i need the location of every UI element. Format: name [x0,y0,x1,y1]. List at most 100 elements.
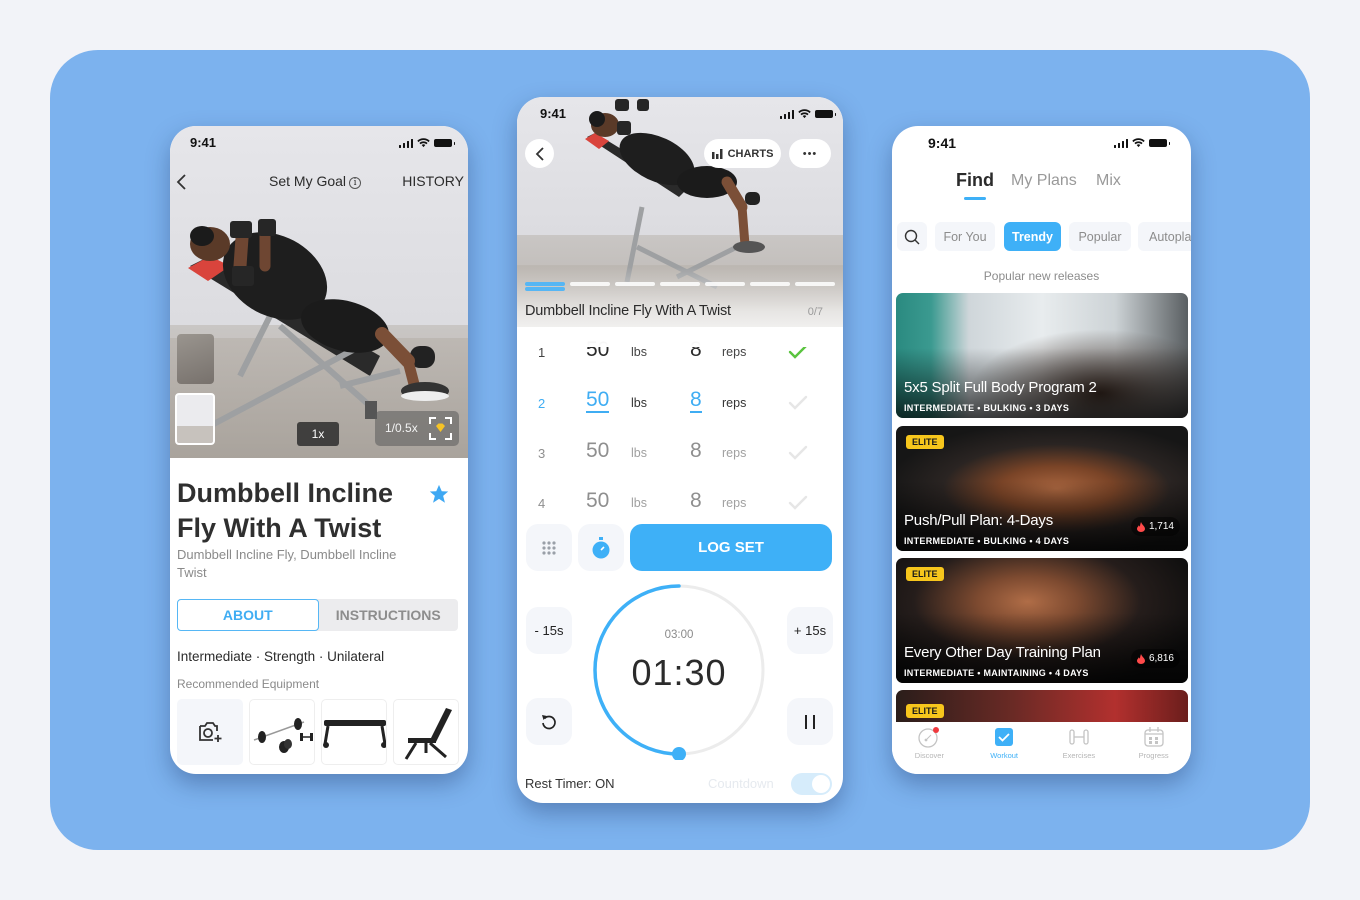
equipment-flat-bench[interactable] [321,699,387,765]
minus-15s-button[interactable]: - 15s [526,607,572,654]
filter-popular[interactable]: Popular [1069,222,1131,251]
sets-completed-count: 0/7 [807,306,823,318]
plan-title: Every Other Day Training Plan [904,644,1101,661]
charts-button[interactable]: CHARTS [704,139,781,168]
timer-handle[interactable] [672,747,686,761]
countdown-label: Countdown [708,776,774,791]
progress-segment [750,282,790,286]
more-options-button[interactable]: ••• [789,139,831,168]
reset-timer-button[interactable] [526,698,572,745]
reps-unit: reps [722,446,747,460]
plans-tabs: Find My Plans Mix [892,170,1191,204]
battery-icon [1149,139,1170,147]
filter-autoplan[interactable]: Autoplan [1138,222,1191,251]
back-button[interactable] [525,139,554,168]
tab-discover[interactable]: Discover [892,722,967,774]
favorite-star-icon[interactable] [428,483,450,505]
progress-segment [525,282,565,286]
checkmark-icon[interactable] [788,395,808,411]
battery-icon [815,110,836,118]
reps-unit: reps [722,345,747,359]
filter-for-you[interactable]: For You [935,222,995,251]
checkmark-icon[interactable] [788,445,808,461]
plan-card[interactable]: 5x5 Split Full Body Program 2 INTERMEDIA… [896,293,1188,418]
status-bar: 9:41 [892,126,1191,160]
add-equipment-photo-button[interactable] [177,699,243,765]
equipment-adjustable-bench[interactable] [393,699,459,765]
top-nav: Set My Goal i HISTORY [170,170,468,194]
pause-timer-button[interactable] [787,698,833,745]
tab-instructions[interactable]: INSTRUCTIONS [319,599,459,631]
keypad-button[interactable] [526,524,572,571]
reps-unit: reps [722,396,747,410]
fire-icon [1136,521,1145,532]
filter-trendy[interactable]: Trendy [1004,222,1061,251]
weight-unit: lbs [631,446,647,460]
set-row: 2 50 lbs 8 reps [517,385,843,425]
rest-timer-button[interactable] [578,524,624,571]
fire-icon [1136,653,1145,664]
barbell-dumbbells-image [253,718,313,753]
weight-input[interactable]: 50 [586,389,610,413]
history-button[interactable]: HISTORY [402,173,464,189]
set-number: 1 [538,345,546,360]
tab-my-plans[interactable]: My Plans [1011,172,1077,190]
tab-progress[interactable]: Progress [1116,722,1191,774]
search-button[interactable] [897,222,927,251]
log-set-button[interactable]: LOG SET [630,524,832,571]
equipment-barbell-dumbbells[interactable] [249,699,315,765]
set-number: 2 [538,396,546,411]
fullscreen-premium-icon [429,417,452,440]
reps-input[interactable]: 8 [690,389,702,413]
plus-15s-button[interactable]: + 15s [787,607,833,654]
detail-tabs: ABOUT INSTRUCTIONS [177,599,458,631]
set-my-goal-button[interactable]: Set My Goal i [269,173,362,189]
speed-toggle-button[interactable]: 1/0.5x [375,411,459,446]
status-bar: 9:41 [517,97,843,131]
plan-card[interactable]: ELITE Push/Pull Plan: 4-Days INTERMEDIAT… [896,426,1188,551]
plan-meta: INTERMEDIATE • BULKING • 3 DAYS [904,403,1070,413]
tab-mix[interactable]: Mix [1096,172,1121,190]
tab-workout[interactable]: Workout [967,722,1042,774]
tab-find[interactable]: Find [956,170,994,200]
flat-bench-image [323,720,386,748]
battery-icon [434,139,455,147]
checkmark-icon[interactable] [788,495,808,511]
countdown-toggle[interactable] [791,773,832,795]
tab-about[interactable]: ABOUT [177,599,319,631]
cellular-signal-icon [1113,138,1128,148]
exercise-tags: Intermediate · Strength · Unilateral [177,649,385,664]
elite-badge: ELITE [906,567,944,581]
reset-icon [542,714,556,729]
bottom-tab-bar: Discover Workout Exercises Progress [892,722,1191,774]
plans-screen: 9:41 Find My Plans Mix For You Trendy Po… [892,126,1191,774]
set-number: 4 [538,496,546,511]
plan-card[interactable]: ELITE Every Other Day Training Plan INTE… [896,558,1188,683]
rest-timer-status: Rest Timer: ON [525,776,615,791]
recommended-equipment-label: Recommended Equipment [177,677,320,691]
weight-input[interactable]: 50 [586,489,609,513]
reps-input[interactable]: 8 [690,489,702,513]
back-button[interactable] [174,172,190,192]
playback-speed-button[interactable]: 1x [297,422,339,446]
status-time: 9:41 [540,106,567,121]
discover-icon [918,727,940,748]
set-row: 4 50 lbs 8 reps [517,485,843,525]
weight-unit: lbs [631,396,647,410]
current-exercise-title: Dumbbell Incline Fly With A Twist [525,303,731,319]
plan-title: 5x5 Split Full Body Program 2 [904,379,1097,396]
adjustable-bench-image [404,708,452,760]
elite-badge: ELITE [906,704,944,718]
media-thumbnail-2-selected[interactable] [175,393,215,445]
timer-remaining: 01:30 [631,652,727,693]
reps-input[interactable]: 8 [690,439,702,463]
timer-total: 03:00 [664,629,694,641]
tab-exercises[interactable]: Exercises [1042,722,1117,774]
exercise-detail-screen: 9:41 1x 1/0.5x Set My Goal i HISTORY Dum… [170,126,468,774]
weight-input[interactable]: 50 [586,439,609,463]
grid-dots-icon [542,540,556,555]
plan-meta: INTERMEDIATE • BULKING • 4 DAYS [904,536,1070,546]
dumbbell-icon [1069,729,1089,745]
progress-segment [615,282,655,286]
media-thumbnail-1[interactable] [177,334,214,384]
